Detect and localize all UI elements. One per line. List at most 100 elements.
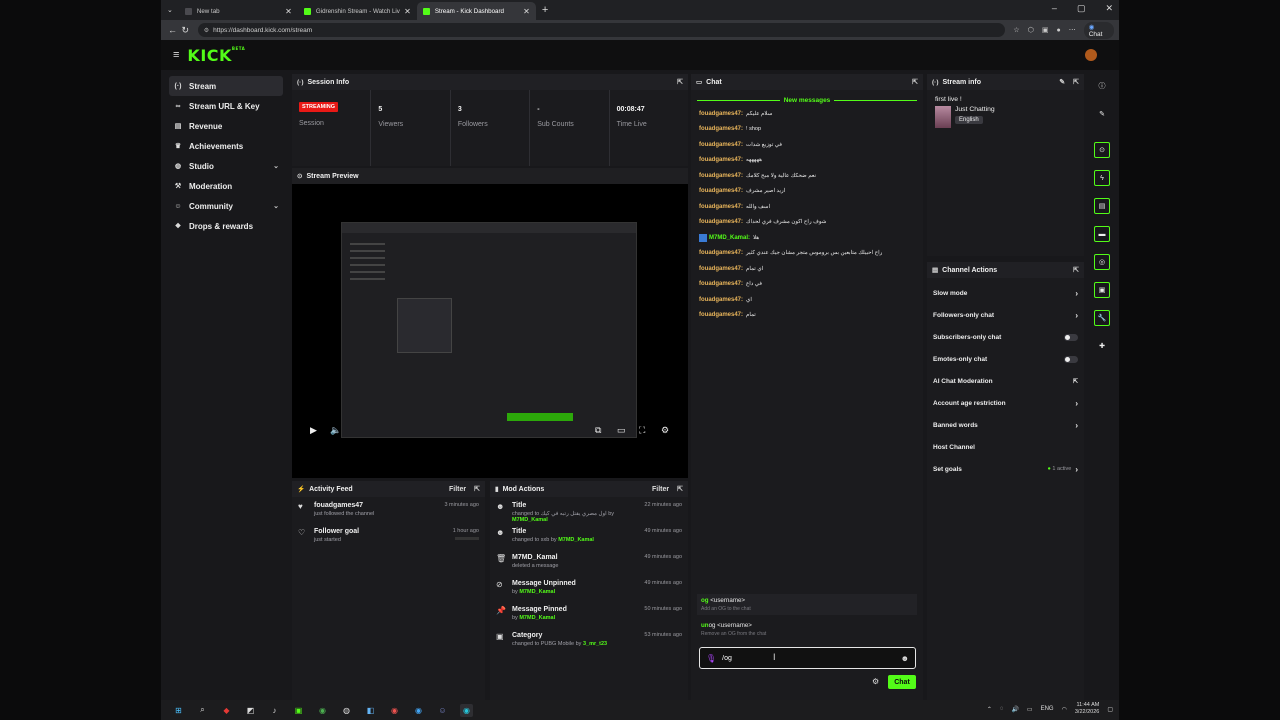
action-account-age[interactable]: Account age restriction › [927, 392, 1084, 414]
command-suggestion-unog[interactable]: unog <username> Remove an OG from the cha… [697, 619, 917, 640]
lightning-icon[interactable]: ϟ [1094, 170, 1110, 186]
stream-preview-video[interactable] [341, 222, 637, 438]
battery-icon[interactable]: ▭ [1027, 706, 1033, 713]
edit-pencil-icon[interactable]: ✎ [1094, 106, 1110, 122]
app-blue-2-icon[interactable]: ◉ [412, 704, 425, 717]
popout-icon[interactable]: ⇱ [912, 78, 918, 86]
maximize-icon[interactable]: ▢ [1077, 3, 1086, 14]
tab-watch-stream[interactable]: Gidrenshin Stream - Watch Live o ✕ [298, 2, 417, 20]
copilot-chat-button[interactable]: ◉ Chat [1083, 21, 1114, 39]
profile-icon[interactable]: ● [1056, 27, 1060, 34]
chat-username[interactable]: M7MD_Kamal: [709, 235, 750, 241]
action-ai-moderation[interactable]: AI Chat Moderation ⇱ [927, 370, 1084, 392]
wifi-icon[interactable]: ◠ [1062, 706, 1067, 713]
chat-username[interactable]: fouadgames47: [699, 173, 743, 179]
reload-icon[interactable]: ↻ [179, 25, 192, 36]
star-icon[interactable]: ☆ [1013, 26, 1019, 34]
sidebar-item-stream[interactable]: (·) Stream [169, 76, 283, 96]
chat-username[interactable]: fouadgames47: [699, 142, 743, 148]
settings-gear-icon[interactable]: ⚙ [661, 425, 669, 436]
emote-icon[interactable]: 🎙 [706, 654, 716, 663]
chat-username[interactable]: fouadgames47: [699, 188, 743, 194]
app-red-icon[interactable]: ◆ [220, 704, 233, 717]
fullscreen-icon[interactable]: ⛶ [639, 425, 645, 436]
new-tab-plus-icon[interactable]: + [542, 4, 548, 16]
popout-icon[interactable]: ⇱ [1073, 266, 1079, 274]
subscribers-only-toggle[interactable] [1064, 333, 1078, 341]
site-info-icon[interactable]: ⚙ [204, 27, 209, 34]
emoji-icon[interactable]: ☻ [901, 654, 909, 663]
chat-input-box[interactable]: 🎙 ☻ [699, 647, 916, 669]
chat-input[interactable] [722, 654, 893, 662]
chat-username[interactable]: fouadgames47: [699, 219, 743, 225]
kick-logo[interactable]: KICKBETA [187, 46, 245, 65]
wrench-icon[interactable]: 🔧 [1094, 310, 1110, 326]
chat-bubble-icon[interactable]: ▬ [1094, 226, 1110, 242]
document-icon[interactable]: ▤ [1094, 198, 1110, 214]
edit-pencil-icon[interactable]: ✎ [1059, 78, 1065, 86]
action-banned-words[interactable]: Banned words › [927, 414, 1084, 436]
chat-username[interactable]: fouadgames47: [699, 312, 743, 318]
volume-tray-icon[interactable]: 🔊 [1011, 706, 1018, 713]
action-slow-mode[interactable]: Slow mode › [927, 282, 1084, 304]
more-icon[interactable]: ⋯ [1069, 26, 1076, 34]
sidebar-item-community[interactable]: ☺ Community ⌄ [169, 196, 283, 216]
chat-username[interactable]: fouadgames47: [699, 266, 743, 272]
action-host-channel[interactable]: Host Channel [927, 436, 1084, 458]
chat-settings-icon[interactable]: ⚙ [872, 677, 879, 686]
sidebar-item-studio[interactable]: ◍ Studio ⌄ [169, 156, 283, 176]
chat-username[interactable]: fouadgames47: [699, 297, 743, 303]
sidebar-item-moderation[interactable]: ⚒ Moderation [169, 176, 283, 196]
discord-icon[interactable]: ☺ [436, 704, 449, 717]
sidebar-item-revenue[interactable]: ▤ Revenue [169, 116, 283, 136]
volume-icon[interactable]: 🔈 [330, 425, 341, 436]
pip-icon[interactable]: ⧉ [595, 425, 601, 436]
network-icon[interactable]: ◌ [1000, 706, 1004, 712]
clip-icon[interactable]: ▣ [1094, 282, 1110, 298]
send-chat-button[interactable]: Chat [888, 675, 916, 689]
app-capcut-icon[interactable]: ◩ [244, 704, 257, 717]
popout-icon[interactable]: ⇱ [474, 485, 480, 493]
tab-new-tab[interactable]: New tab ✕ [179, 2, 298, 20]
tab-kick-dashboard[interactable]: Stream - Kick Dashboard ✕ [416, 2, 536, 20]
chat-username[interactable]: fouadgames47: [699, 204, 743, 210]
info-icon[interactable]: ⓘ [1094, 78, 1110, 94]
emotes-only-toggle[interactable] [1064, 355, 1078, 363]
app-green-icon[interactable]: ▣ [292, 704, 305, 717]
windows-start-icon[interactable]: ⊞ [172, 704, 185, 717]
app-blue-icon[interactable]: ◧ [364, 704, 377, 717]
close-window-icon[interactable]: ✕ [1105, 3, 1113, 14]
app-chrome-2-icon[interactable]: ◉ [388, 704, 401, 717]
close-tab-icon[interactable]: ✕ [285, 7, 292, 16]
collections-icon[interactable]: ▣ [1042, 26, 1049, 34]
obs-icon[interactable]: ◍ [340, 704, 353, 717]
minimize-icon[interactable]: – [1052, 3, 1057, 14]
tiktok-icon[interactable]: ♪ [268, 704, 281, 717]
extension-icon[interactable]: ⬡ [1028, 26, 1034, 34]
chat-username[interactable]: fouadgames47: [699, 126, 743, 132]
search-icon[interactable]: ⌕ [196, 704, 209, 717]
sidebar-item-drops-rewards[interactable]: ❖ Drops & rewards [169, 216, 283, 236]
notification-icon[interactable]: ▢ [1107, 706, 1113, 713]
action-followers-only[interactable]: Followers-only chat › [927, 304, 1084, 326]
sidebar-item-stream-url-key[interactable]: ∞ Stream URL & Key [169, 96, 283, 116]
tab-list-chevron-icon[interactable]: ⌄ [167, 6, 173, 14]
mod-view-icon[interactable]: ⊙ [1094, 142, 1110, 158]
popout-icon[interactable]: ⇱ [1073, 78, 1079, 86]
chrome-icon[interactable]: ◉ [316, 704, 329, 717]
close-tab-icon[interactable]: ✕ [523, 7, 530, 16]
close-tab-icon[interactable]: ✕ [404, 7, 411, 16]
edge-icon[interactable]: ◉ [460, 703, 473, 717]
menu-hamburger-icon[interactable]: ≡ [173, 49, 179, 61]
back-arrow-icon[interactable]: ← [166, 25, 179, 35]
popout-icon[interactable]: ⇱ [677, 78, 683, 86]
command-suggestion-og[interactable]: og <username> Add an OG to the chat [697, 594, 917, 615]
chat-username[interactable]: fouadgames47: [699, 157, 743, 163]
tray-chevron-icon[interactable]: ⌃ [987, 706, 992, 713]
sidebar-item-achievements[interactable]: ♛ Achievements [169, 136, 283, 156]
play-icon[interactable]: ▶ [310, 425, 317, 436]
filter-button[interactable]: Filter [652, 486, 669, 493]
add-widget-icon[interactable]: ✚ [1094, 338, 1110, 354]
action-set-goals[interactable]: Set goals ● 1 active › [927, 458, 1084, 480]
user-avatar[interactable] [1085, 49, 1097, 61]
